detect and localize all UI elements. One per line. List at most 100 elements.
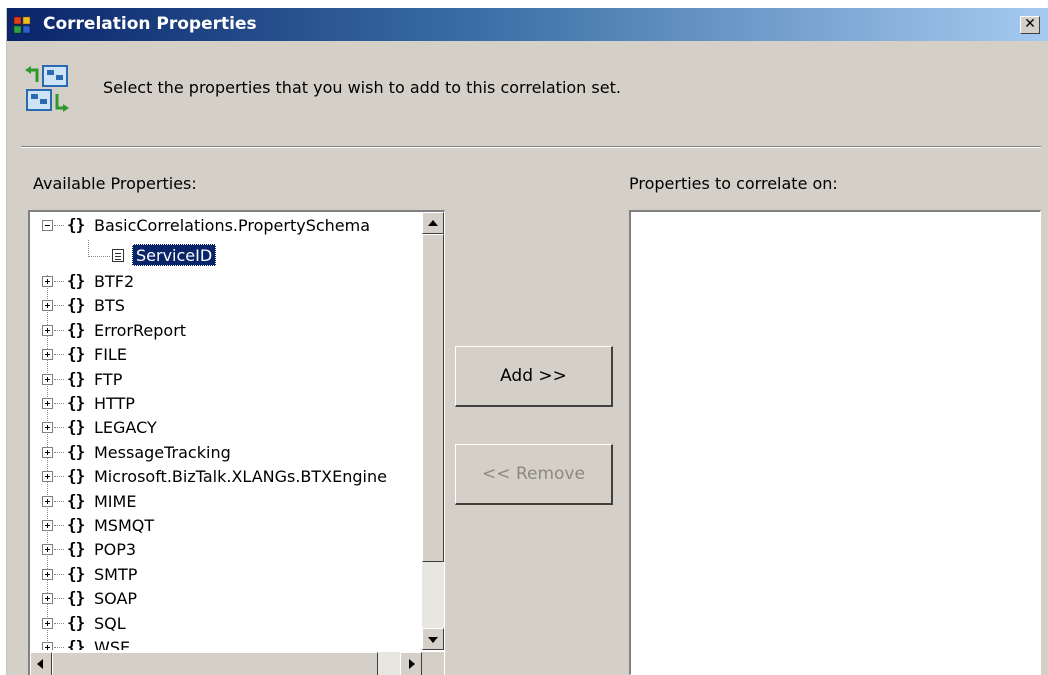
- namespace-icon: {}: [67, 215, 85, 234]
- horizontal-scroll-thumb[interactable]: [52, 652, 378, 675]
- tree-node-label: MSMQT: [94, 516, 155, 535]
- tree-node-label: SMTP: [94, 564, 138, 584]
- tree-connector: [54, 573, 64, 575]
- namespace-icon: {}: [67, 271, 85, 290]
- expand-icon[interactable]: [42, 544, 53, 556]
- namespace-icon: {}: [67, 319, 85, 339]
- expand-icon[interactable]: [42, 617, 53, 629]
- tree-node-label: BTF2: [94, 272, 135, 291]
- tree-node-label: FTP: [94, 369, 123, 389]
- tree-connector: [88, 240, 89, 257]
- arrow-right-icon: [409, 659, 415, 669]
- expand-icon[interactable]: [42, 642, 53, 650]
- property-icon: [112, 249, 124, 262]
- arrow-left-icon: [37, 659, 43, 669]
- expand-icon[interactable]: [42, 398, 53, 409]
- tree-node[interactable]: {} SOAP: [30, 588, 422, 612]
- namespace-icon: {}: [67, 563, 85, 583]
- arrow-up-icon: [428, 220, 438, 226]
- tree-node[interactable]: {} Microsoft.BizTalk.XLANGs.BTXEngine: [30, 466, 422, 490]
- namespace-icon: {}: [67, 539, 85, 559]
- tree-node[interactable]: {} LEGACY: [30, 417, 422, 441]
- scroll-up-button[interactable]: [422, 212, 444, 234]
- expand-icon[interactable]: [42, 520, 53, 531]
- tree-node[interactable]: {} HTTP: [30, 393, 422, 417]
- namespace-icon: {}: [67, 393, 85, 412]
- namespace-icon: {}: [67, 295, 85, 315]
- scroll-right-button[interactable]: [400, 652, 422, 675]
- close-icon: ✕: [1024, 16, 1036, 32]
- tree-node-selected-label[interactable]: ServiceID: [132, 244, 217, 266]
- tree-node-label: MessageTracking: [94, 442, 231, 462]
- tree-node[interactable]: {} SQL: [30, 613, 422, 637]
- close-button[interactable]: ✕: [1020, 16, 1040, 34]
- expand-icon[interactable]: [42, 471, 53, 483]
- correlation-set-icon: [25, 65, 69, 112]
- tree-connector: [54, 354, 64, 356]
- tree-node-label: POP3: [94, 540, 137, 560]
- properties-to-correlate-label: Properties to correlate on:: [629, 174, 838, 193]
- tree-connector: [88, 256, 110, 257]
- window-title: Correlation Properties: [43, 14, 257, 34]
- collapse-icon[interactable]: [42, 220, 53, 231]
- expand-icon[interactable]: [42, 276, 53, 287]
- tree-viewport: {} BasicCorrelations.PropertySchema Serv…: [30, 212, 422, 650]
- expand-icon[interactable]: [42, 495, 53, 507]
- tree-node-label: LEGACY: [94, 418, 157, 438]
- expand-icon[interactable]: [42, 446, 53, 458]
- namespace-icon: {}: [67, 368, 85, 388]
- scroll-left-button[interactable]: [30, 652, 52, 675]
- tree-node-label: Microsoft.BizTalk.XLANGs.BTXEngine: [94, 467, 387, 487]
- tree-node-label: ErrorReport: [94, 320, 187, 340]
- tree-node[interactable]: {} MIME: [30, 491, 422, 515]
- tree-node[interactable]: {} BTS: [30, 295, 422, 319]
- tree-node-label: MIME: [94, 491, 137, 511]
- expand-icon[interactable]: [42, 300, 53, 312]
- namespace-icon: {}: [67, 490, 85, 510]
- vertical-scrollbar[interactable]: [422, 212, 444, 650]
- tree-node[interactable]: {} SMTP: [30, 564, 422, 588]
- tree-connector: [54, 281, 64, 282]
- tree-connector: [54, 329, 64, 331]
- tree-connector: [54, 378, 64, 380]
- title-bar[interactable]: Correlation Properties ✕: [7, 8, 1048, 41]
- tree-node-label: BasicCorrelations.PropertySchema: [94, 216, 371, 235]
- tree-node-label: FILE: [94, 345, 127, 365]
- tree-node[interactable]: {} MSMQT: [30, 515, 422, 539]
- properties-to-correlate-list[interactable]: [629, 210, 1041, 675]
- tree-node[interactable]: {} POP3: [30, 539, 422, 563]
- vertical-scroll-thumb[interactable]: [422, 234, 444, 562]
- tree-node[interactable]: {} MessageTracking: [30, 442, 422, 466]
- tree-node-label: BTS: [94, 296, 125, 316]
- tree-connector: [54, 427, 64, 429]
- expand-icon[interactable]: [42, 422, 53, 434]
- tree-node-label: WSE: [94, 638, 131, 650]
- tree-node-label: HTTP: [94, 394, 135, 413]
- remove-button[interactable]: << Remove: [455, 444, 613, 505]
- tree-node[interactable]: {} ErrorReport: [30, 320, 422, 344]
- tree-node[interactable]: {} FILE: [30, 344, 422, 368]
- tree-node-label: SOAP: [94, 589, 138, 609]
- add-button[interactable]: Add >>: [455, 346, 613, 407]
- namespace-icon: {}: [67, 637, 85, 650]
- namespace-icon: {}: [67, 441, 85, 461]
- tree-connector: [54, 225, 64, 226]
- tree-node[interactable]: {} FTP: [30, 369, 422, 393]
- scroll-down-button[interactable]: [422, 628, 444, 650]
- tree-node[interactable]: {} BTF2: [30, 271, 422, 295]
- tree-connector: [54, 647, 64, 648]
- expand-icon[interactable]: [42, 373, 53, 385]
- namespace-icon: {}: [67, 344, 85, 364]
- tree-node[interactable]: {} WSE: [30, 637, 422, 650]
- horizontal-scrollbar[interactable]: [30, 652, 422, 675]
- tree-connector: [54, 500, 64, 502]
- tree-node-expanded[interactable]: {} BasicCorrelations.PropertySchema: [30, 215, 422, 257]
- namespace-icon: {}: [67, 612, 85, 632]
- expand-icon[interactable]: [42, 349, 53, 361]
- available-properties-tree[interactable]: {} BasicCorrelations.PropertySchema Serv…: [28, 210, 445, 675]
- expand-icon[interactable]: [42, 324, 53, 336]
- expand-icon[interactable]: [42, 568, 53, 580]
- expand-icon[interactable]: [42, 593, 53, 605]
- instruction-text: Select the properties that you wish to a…: [103, 78, 621, 97]
- namespace-icon: {}: [67, 588, 85, 608]
